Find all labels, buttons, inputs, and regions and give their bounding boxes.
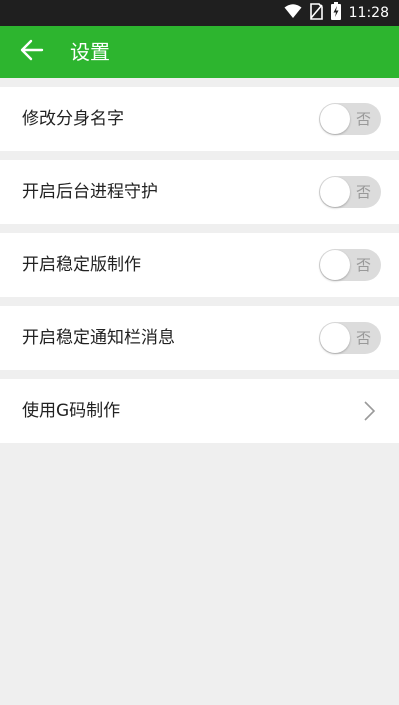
status-icons: 11:28	[284, 0, 389, 26]
setting-label: 使用G码制作	[22, 401, 121, 421]
chevron-right-icon	[359, 401, 379, 421]
toggle-knob	[320, 104, 350, 134]
back-button[interactable]	[14, 34, 50, 70]
setting-stable-build[interactable]: 开启稳定版制作 否	[0, 233, 399, 297]
setting-label: 修改分身名字	[22, 109, 124, 129]
setting-g-code-build[interactable]: 使用G码制作	[0, 379, 399, 443]
setting-stable-notification[interactable]: 开启稳定通知栏消息 否	[0, 306, 399, 370]
toggle-state-label: 否	[355, 183, 371, 201]
page-title: 设置	[70, 40, 110, 64]
stable-build-toggle[interactable]: 否	[319, 249, 381, 281]
status-time: 11:28	[348, 5, 389, 21]
toggle-knob	[320, 177, 350, 207]
toggle-state-label: 否	[355, 256, 371, 274]
toggle-knob	[320, 250, 350, 280]
setting-rename-clone[interactable]: 修改分身名字 否	[0, 87, 399, 151]
setting-label: 开启后台进程守护	[22, 182, 158, 202]
no-sim-icon	[309, 2, 323, 24]
settings-list: 修改分身名字 否 开启后台进程守护 否 开启稳定版制作 否 开启稳定通知栏消息 …	[0, 87, 399, 452]
setting-label: 开启稳定版制作	[22, 255, 141, 275]
battery-charging-icon	[330, 2, 341, 24]
setting-background-guard[interactable]: 开启后台进程守护 否	[0, 160, 399, 224]
toggle-state-label: 否	[355, 329, 371, 347]
background-guard-toggle[interactable]: 否	[319, 176, 381, 208]
wifi-icon	[284, 3, 302, 23]
rename-clone-toggle[interactable]: 否	[319, 103, 381, 135]
arrow-left-icon	[20, 38, 44, 66]
toggle-state-label: 否	[355, 110, 371, 128]
toggle-knob	[320, 323, 350, 353]
status-bar: 11:28	[0, 0, 399, 26]
app-bar: 设置	[0, 26, 399, 78]
setting-label: 开启稳定通知栏消息	[22, 328, 175, 348]
stable-notification-toggle[interactable]: 否	[319, 322, 381, 354]
